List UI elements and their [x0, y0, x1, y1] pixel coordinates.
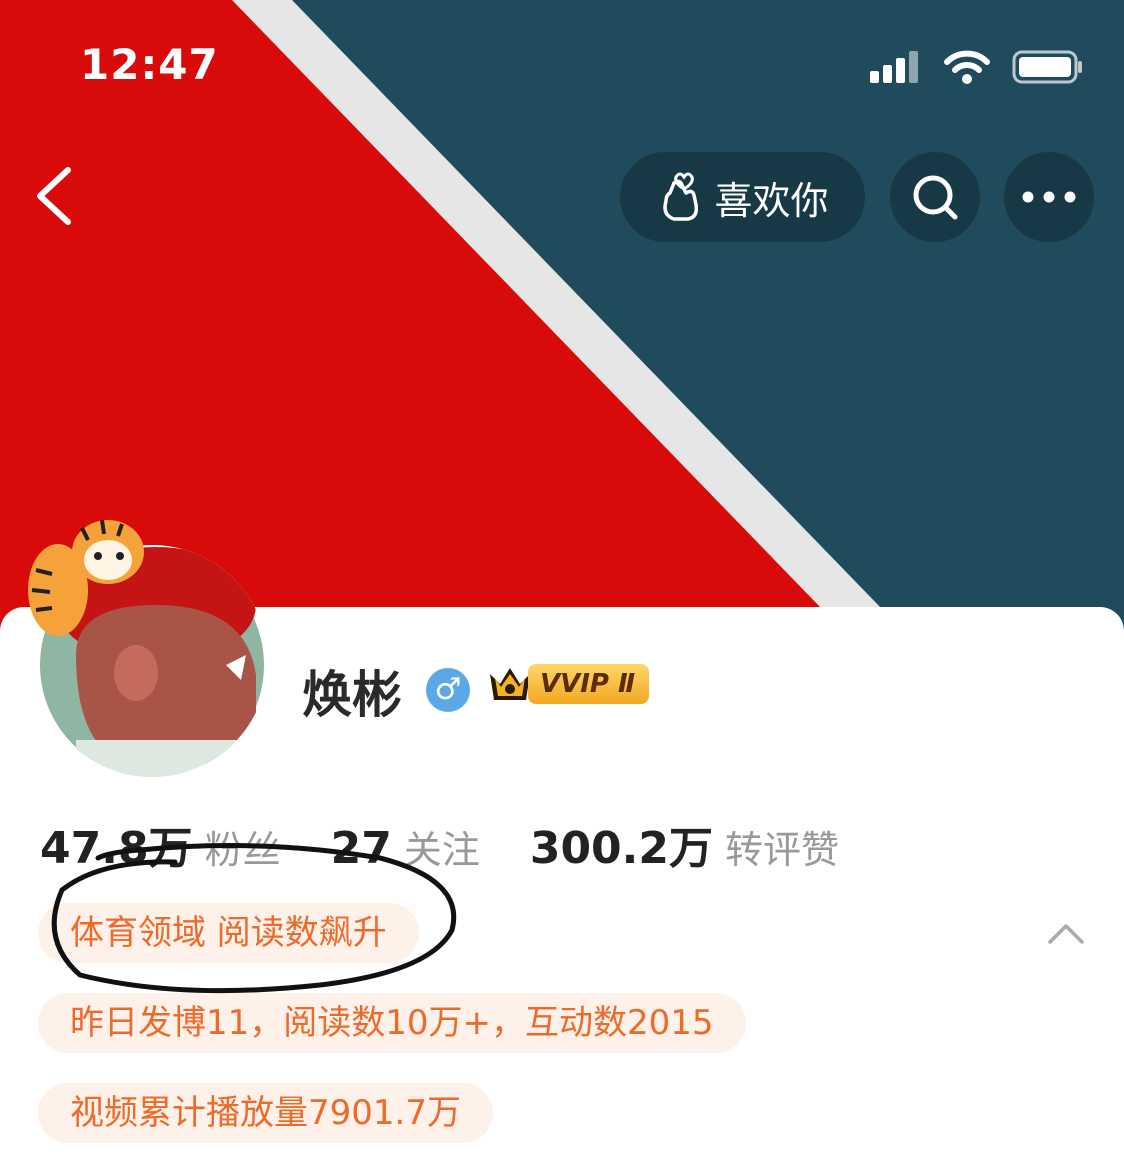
annotation-circle [51, 843, 457, 994]
